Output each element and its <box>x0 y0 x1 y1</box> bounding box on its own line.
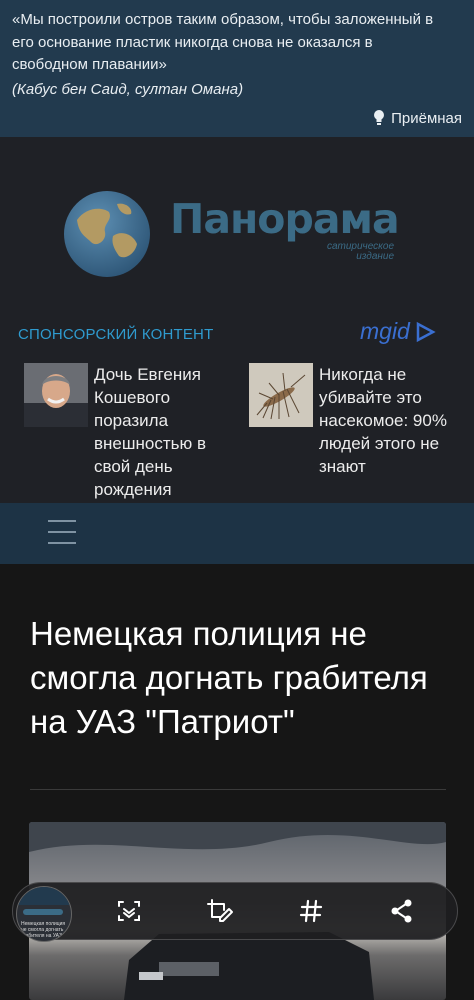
ad-title-line-block[interactable]: Дочь Евгения Кошевого поразила внешность… <box>94 363 224 501</box>
globe-logo[interactable] <box>63 190 151 278</box>
share-icon[interactable] <box>388 897 416 925</box>
screenshot-thumbnail[interactable]: Немецкая полиция не смогла догнать граби… <box>16 886 72 942</box>
ad-image-portrait[interactable] <box>24 363 88 427</box>
crop-edit-icon[interactable] <box>206 897 234 925</box>
site-logo-title[interactable]: Панорама <box>170 195 400 243</box>
reception-link[interactable]: Приёмная <box>373 107 462 129</box>
site-logo-subtitle: сатирическое издание <box>300 242 394 262</box>
logo-subtitle-line2: издание <box>356 251 394 262</box>
ad-2-title[interactable]: Никогда не убивайте это насекомое: 90% л… <box>319 363 459 478</box>
scan-icon[interactable] <box>115 897 143 925</box>
reception-label: Приёмная <box>391 109 462 127</box>
hashtag-icon[interactable] <box>297 897 325 925</box>
ad-title-line-block-2[interactable]: Никогда не убивайте это насекомое: 90% л… <box>319 363 459 478</box>
mgid-wordmark: mgid <box>360 318 410 344</box>
mgid-play-icon <box>416 321 436 342</box>
bulb-icon <box>374 110 385 125</box>
quote-text: «Мы построили остров таким образом, чтоб… <box>12 11 434 73</box>
menu-icon[interactable] <box>48 520 76 544</box>
sponsored-label: СПОНСОРСКИЙ КОНТЕНТ <box>18 326 214 343</box>
title-divider <box>30 789 446 790</box>
article-title: Немецкая полиция не смогла догнать граби… <box>30 615 428 740</box>
ad-1-title[interactable]: Дочь Евгения Кошевого поразила внешность… <box>94 363 224 501</box>
mgid-logo[interactable]: mgid <box>360 318 436 345</box>
thumbnail-caption: Немецкая полиция не смогла догнать граби… <box>21 921 66 939</box>
ad-image-insect[interactable] <box>249 363 313 427</box>
quote-author: (Кабус бен Саид, султан Омана) <box>12 81 244 98</box>
